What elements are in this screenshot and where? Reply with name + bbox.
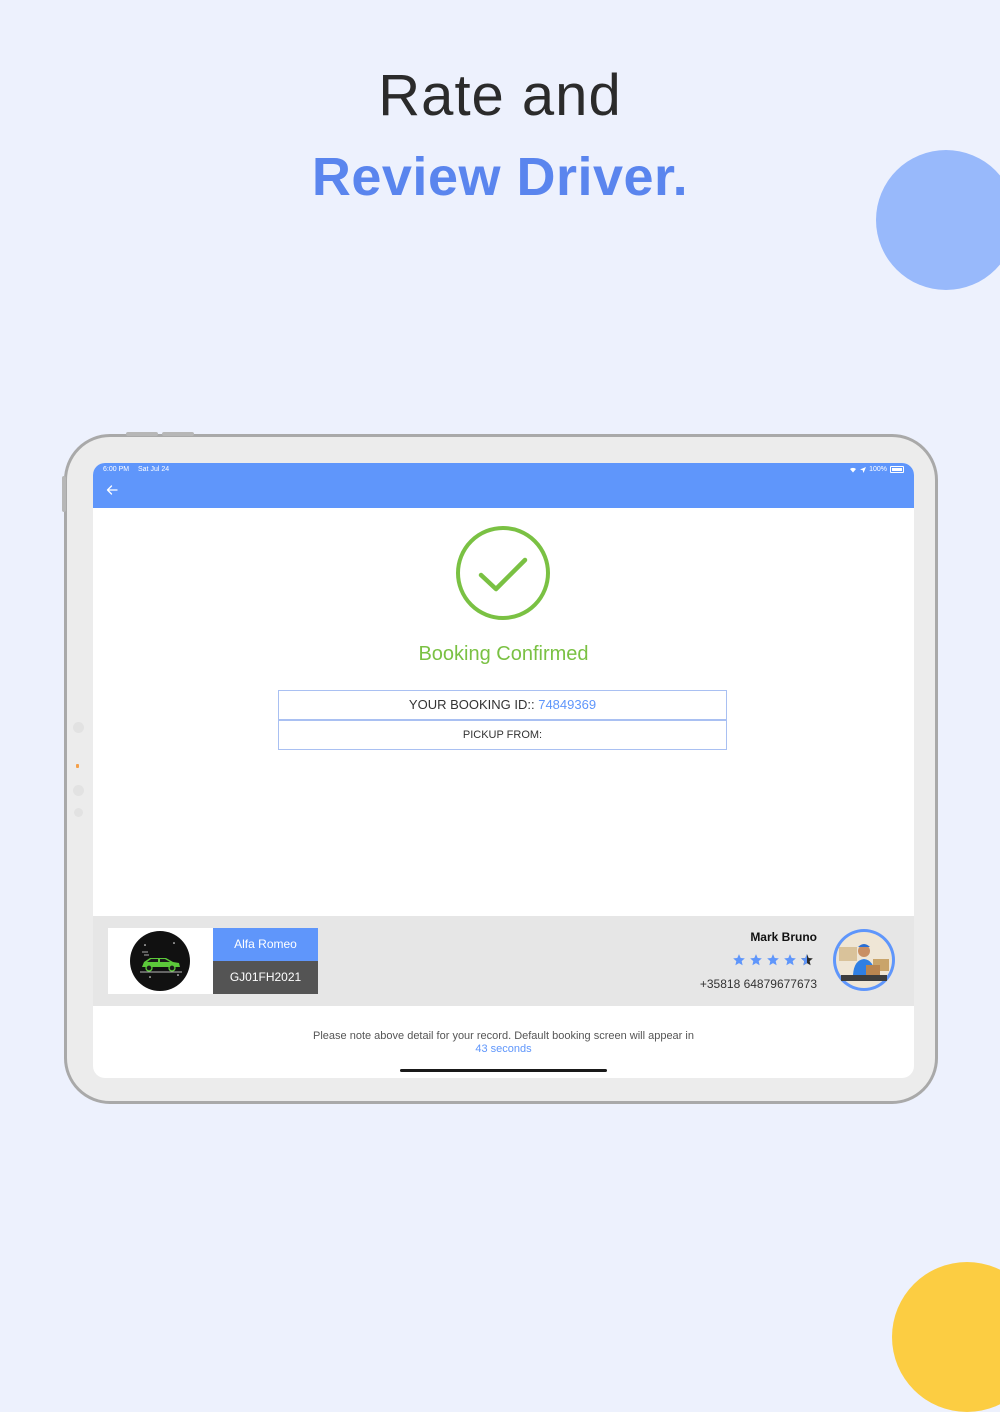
status-date: Sat Jul 24 [138, 466, 170, 473]
countdown-timer: 43 seconds [475, 1043, 532, 1055]
success-check-icon [456, 526, 550, 620]
status-time: 6:00 PM [103, 466, 130, 473]
car-plate-label: GJ01FH2021 [213, 961, 318, 994]
camera-dot [73, 722, 84, 733]
promo-heading-line2: Review Driver. [311, 147, 689, 207]
booking-confirmed-title: Booking Confirmed [418, 643, 589, 665]
driver-avatar [833, 929, 895, 991]
half-star-icon [801, 954, 813, 966]
home-indicator[interactable] [400, 1069, 607, 1072]
camera-dot [74, 808, 83, 817]
pickup-row: PICKUP FROM: [278, 720, 727, 750]
app-bar: 6:00 PM Sat Jul 24 100% [93, 463, 914, 508]
battery-percentage: 100% [869, 466, 887, 473]
battery-icon [890, 466, 904, 473]
tablet-volume-button [162, 432, 194, 436]
car-icon [140, 942, 182, 978]
driver-rating [732, 953, 814, 967]
car-image [108, 928, 213, 994]
camera-dot [73, 785, 84, 796]
camera-indicator [76, 764, 79, 768]
driver-photo-icon [836, 932, 892, 988]
star-icon [767, 954, 779, 966]
booking-id-label: YOUR BOOKING ID:: [408, 697, 539, 712]
tablet-volume-button [126, 432, 158, 436]
wifi-icon [850, 467, 857, 473]
star-icon [733, 954, 745, 966]
driver-phone[interactable]: +35818 64879677673 [700, 977, 817, 991]
car-image-circle [130, 931, 190, 991]
ride-details-panel: Alfa Romeo GJ01FH2021 Mark Bruno +35818 … [93, 916, 914, 1006]
booking-id-value: 74849369 [538, 697, 597, 712]
app-screen: 6:00 PM Sat Jul 24 100% Booking Confirme… [93, 463, 914, 1078]
promo-heading-line1: Rate and [378, 63, 622, 128]
decorative-circle-blue [876, 150, 1000, 290]
driver-name: Mark Bruno [750, 930, 817, 944]
car-model-label: Alfa Romeo [213, 928, 318, 961]
star-icon [750, 954, 762, 966]
footer-note: Please note above detail for your record… [313, 1030, 694, 1042]
status-indicators: 100% [849, 466, 904, 473]
booking-info-box: YOUR BOOKING ID:: 74849369 PICKUP FROM: [278, 690, 727, 750]
decorative-circle-yellow [892, 1262, 1000, 1412]
booking-id-row: YOUR BOOKING ID:: 74849369 [278, 690, 727, 720]
pickup-label: PICKUP FROM: [462, 729, 543, 741]
tablet-power-button [62, 476, 66, 512]
star-icon [784, 954, 796, 966]
back-arrow-icon[interactable] [105, 483, 119, 497]
location-icon [860, 466, 867, 473]
